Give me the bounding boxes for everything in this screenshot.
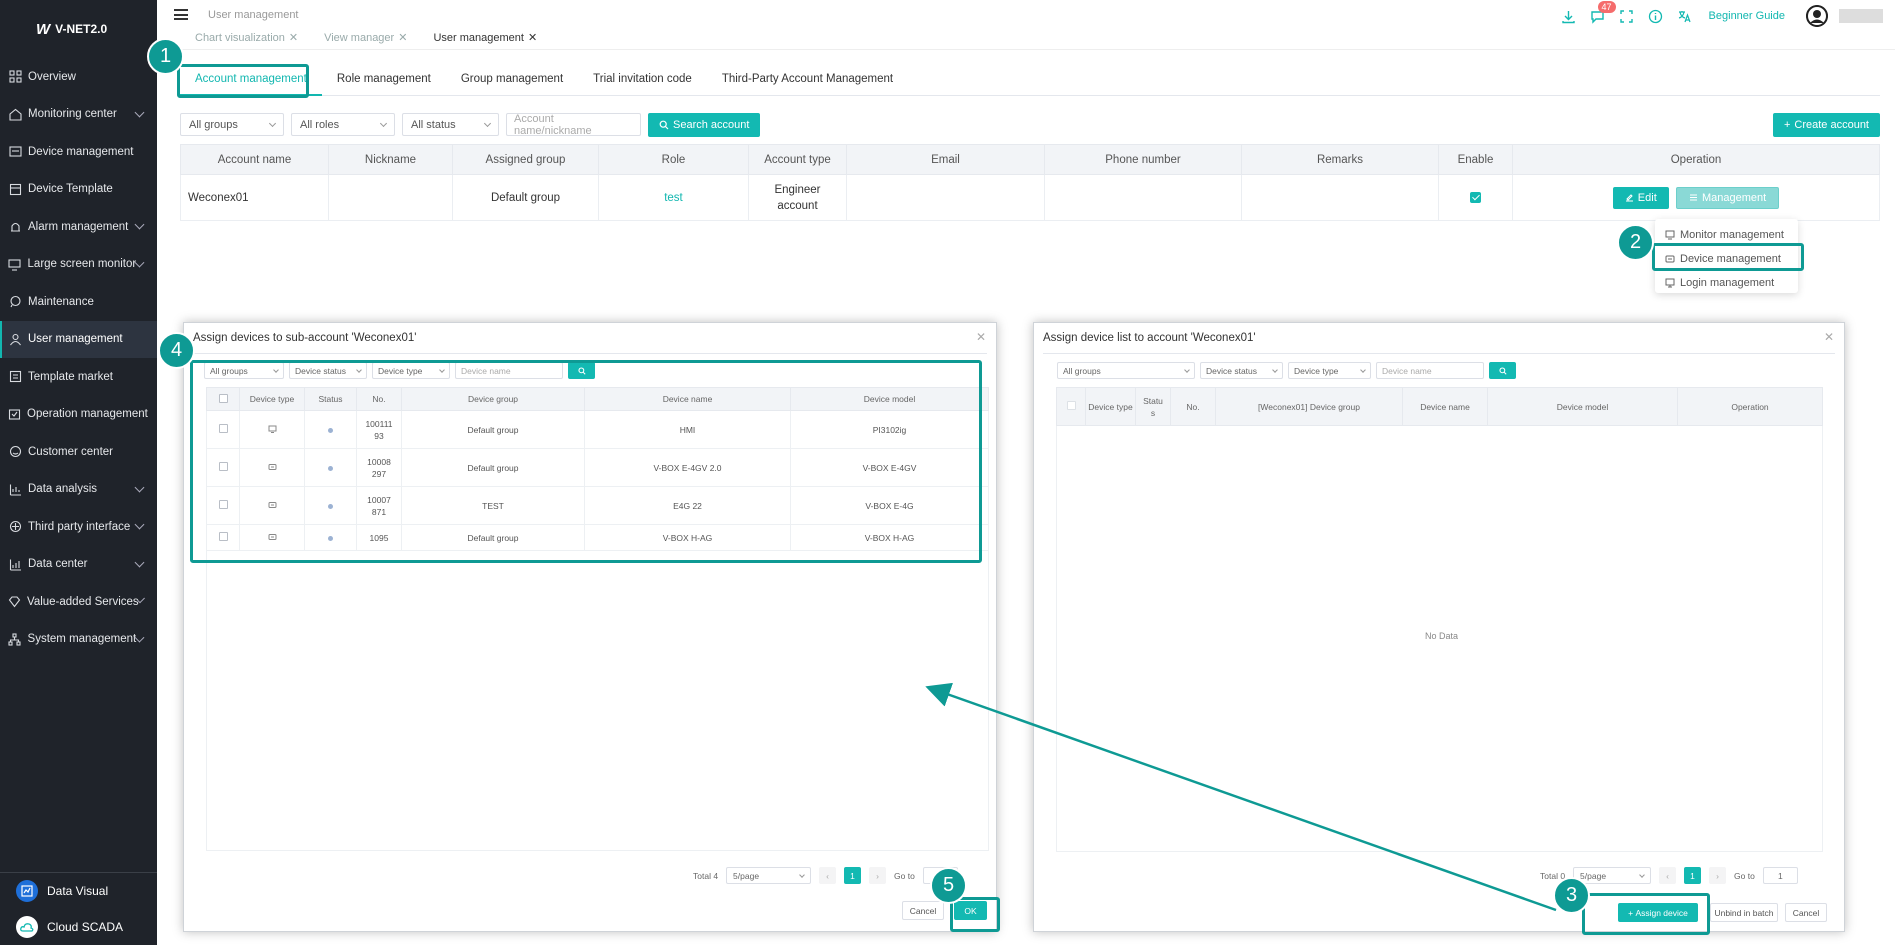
highlight-device-management [1652, 243, 1804, 271]
callout-3: 3 [1553, 877, 1590, 914]
callout-2: 2 [1617, 224, 1654, 261]
arrow-line [925, 682, 1557, 912]
callout-1: 1 [147, 38, 184, 75]
highlight-ok-button [950, 897, 1000, 932]
highlight-device-table [190, 360, 982, 563]
callout-4: 4 [158, 332, 195, 369]
highlight-assign-device [1582, 893, 1710, 935]
highlight-account-tab [177, 64, 309, 98]
callout-5: 5 [930, 867, 967, 904]
